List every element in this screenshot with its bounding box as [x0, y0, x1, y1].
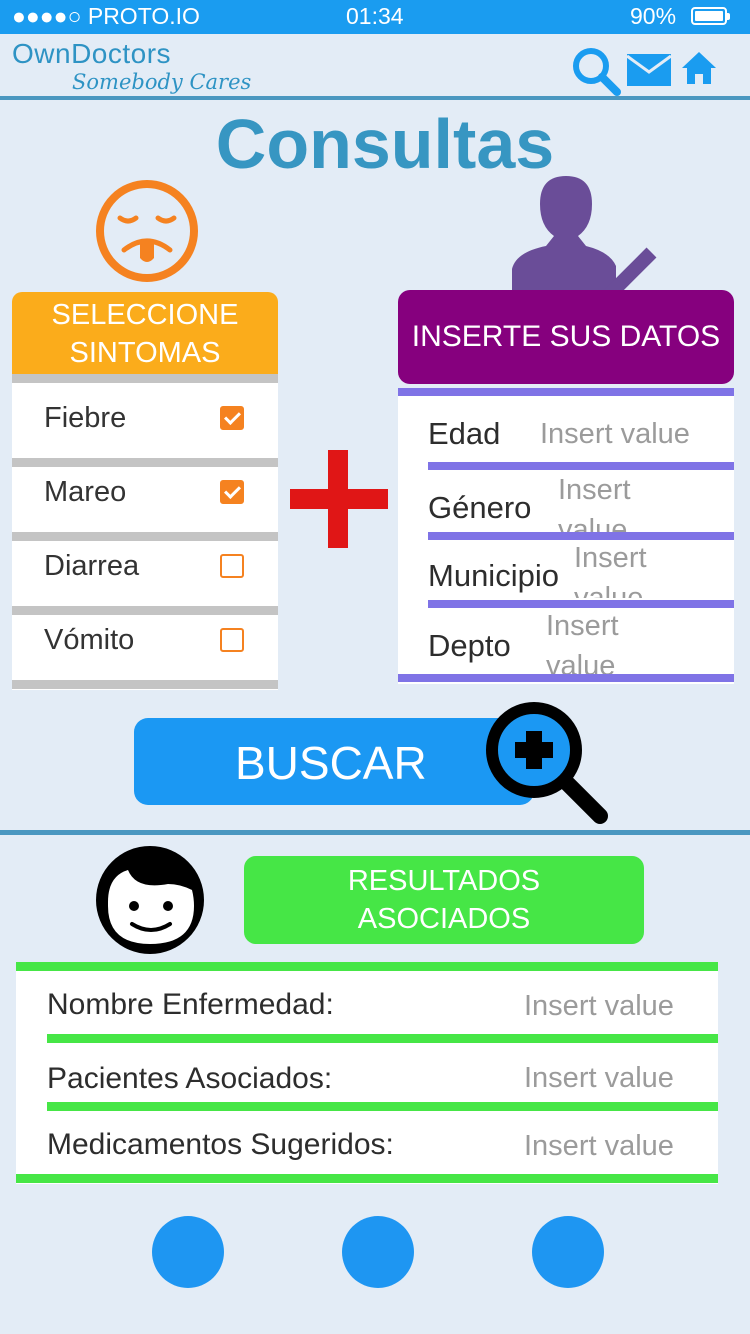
results-list: Nombre Enfermedad: Insert value Paciente… [16, 962, 718, 1184]
symptom-item-fiebre[interactable]: Fiebre [12, 386, 278, 451]
symptom-checkbox[interactable] [220, 480, 244, 504]
results-divider [16, 1174, 718, 1183]
symptom-item-vomito[interactable]: Vómito [12, 608, 278, 673]
signal-dots: ●●●●○ [12, 3, 82, 29]
result-value[interactable]: Insert value [524, 1062, 674, 1095]
header-divider [0, 96, 750, 100]
symptom-checkbox[interactable] [220, 628, 244, 652]
symptom-label: Vómito [44, 624, 135, 656]
result-value[interactable]: Insert value [524, 1130, 674, 1163]
mail-icon[interactable] [626, 54, 672, 91]
results-divider [16, 962, 718, 971]
section-divider [0, 830, 750, 835]
battery-icon [691, 7, 730, 25]
symptom-checkbox[interactable] [220, 406, 244, 430]
status-signal: ●●●●○ PROTO.IO [12, 3, 200, 30]
symptom-label: Mareo [44, 476, 127, 508]
results-header-line1: RESULTADOS [347, 865, 541, 897]
data-divider [398, 388, 734, 396]
carrier-name: PROTO.IO [87, 3, 200, 29]
result-value[interactable]: Insert value [524, 990, 674, 1023]
home-icon[interactable] [680, 50, 718, 91]
depto-input[interactable]: Insert value [546, 606, 656, 680]
municipio-input[interactable]: Insert value [574, 538, 684, 598]
page-title: Consultas [215, 105, 555, 183]
status-bar: ●●●●○ PROTO.IO 01:34 90% [0, 0, 750, 34]
app-tagline: Somebody Cares [72, 70, 252, 94]
symptoms-header-line2: SINTOMAS [69, 337, 221, 369]
boy-face-icon [94, 844, 206, 961]
symptoms-header-line1: SELECCIONE [51, 299, 239, 331]
result-label: Medicamentos Sugeridos: [47, 1128, 394, 1161]
app-brand[interactable]: OwnDoctors [12, 38, 171, 70]
edad-input[interactable]: Insert value [540, 414, 734, 454]
genero-input[interactable]: Insert value [558, 470, 678, 532]
zoom-in-icon[interactable] [482, 698, 614, 835]
symptom-item-diarrea[interactable]: Diarrea [12, 534, 278, 599]
symptom-label: Fiebre [44, 402, 127, 434]
buscar-button-label: BUSCAR [235, 737, 427, 789]
data-divider [398, 674, 734, 682]
list-divider [12, 374, 278, 383]
field-label: Municipio [428, 558, 559, 593]
symptom-label: Diarrea [44, 550, 140, 582]
plus-icon-bar [290, 489, 388, 509]
symptoms-list: Fiebre Mareo Diarrea Vómito [12, 374, 278, 690]
status-time: 01:34 [346, 3, 404, 29]
nav-button-1[interactable] [152, 1216, 224, 1288]
sick-face-icon [94, 178, 200, 289]
symptom-item-mareo[interactable]: Mareo [12, 460, 278, 525]
user-data-form: Edad Insert value Género Insert value Mu… [398, 396, 734, 684]
field-label: Género [428, 490, 532, 525]
field-label: Edad [428, 416, 501, 451]
battery-percent: 90% [630, 3, 677, 29]
symptoms-header: SELECCIONE SINTOMAS [12, 292, 278, 376]
results-header: RESULTADOS ASOCIADOS [244, 856, 644, 944]
field-label: Depto [428, 628, 511, 663]
nav-button-3[interactable] [532, 1216, 604, 1288]
result-label: Pacientes Asociados: [47, 1062, 333, 1095]
buscar-button[interactable]: BUSCAR [134, 718, 534, 805]
user-data-header: INSERTE SUS DATOS [398, 290, 734, 384]
results-divider [47, 1102, 718, 1111]
results-divider [47, 1034, 718, 1043]
nav-button-2[interactable] [342, 1216, 414, 1288]
results-header-line2: ASOCIADOS [357, 903, 531, 935]
list-divider [12, 680, 278, 689]
search-icon[interactable] [571, 46, 623, 101]
symptom-checkbox[interactable] [220, 554, 244, 578]
result-label: Nombre Enfermedad: [47, 988, 334, 1021]
field-underline [428, 462, 734, 470]
